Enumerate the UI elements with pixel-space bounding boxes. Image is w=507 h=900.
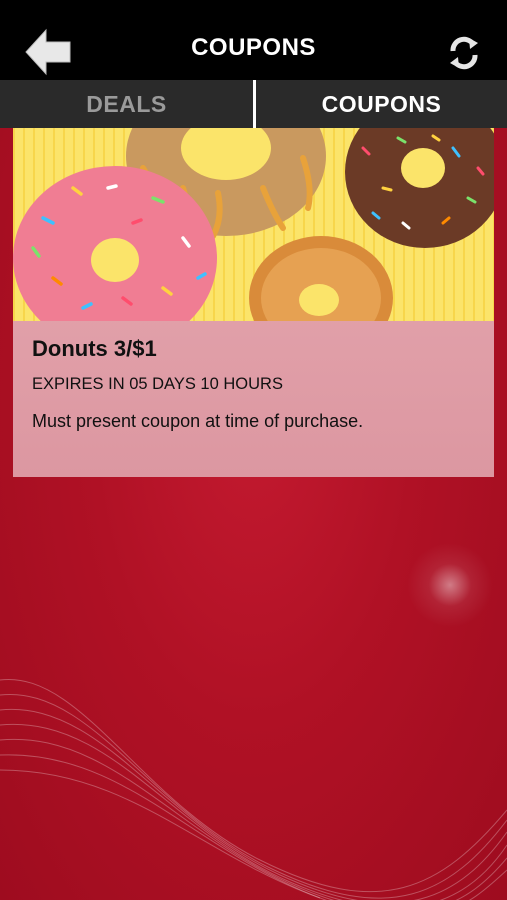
background-glow [400,535,500,635]
page-title: COUPONS [191,34,316,61]
donuts-image [13,128,494,321]
coupon-expiry: EXPIRES IN 05 DAYS 10 HOURS [32,375,283,393]
coupon-title: Donuts 3/$1 [32,336,157,361]
coupon-terms: Must present coupon at time of purchase. [32,411,364,431]
background-waves [0,679,507,900]
tab-coupons[interactable]: COUPONS [256,80,507,128]
tab-bar: DEALS COUPONS [0,80,507,128]
top-app-bar: COUPONS [0,0,507,80]
tab-deals[interactable]: DEALS [0,80,253,128]
refresh-button[interactable] [445,34,483,72]
refresh-icon [450,36,478,70]
coupon-card[interactable]: Donuts 3/$1 EXPIRES IN 05 DAYS 10 HOURS … [13,128,494,477]
